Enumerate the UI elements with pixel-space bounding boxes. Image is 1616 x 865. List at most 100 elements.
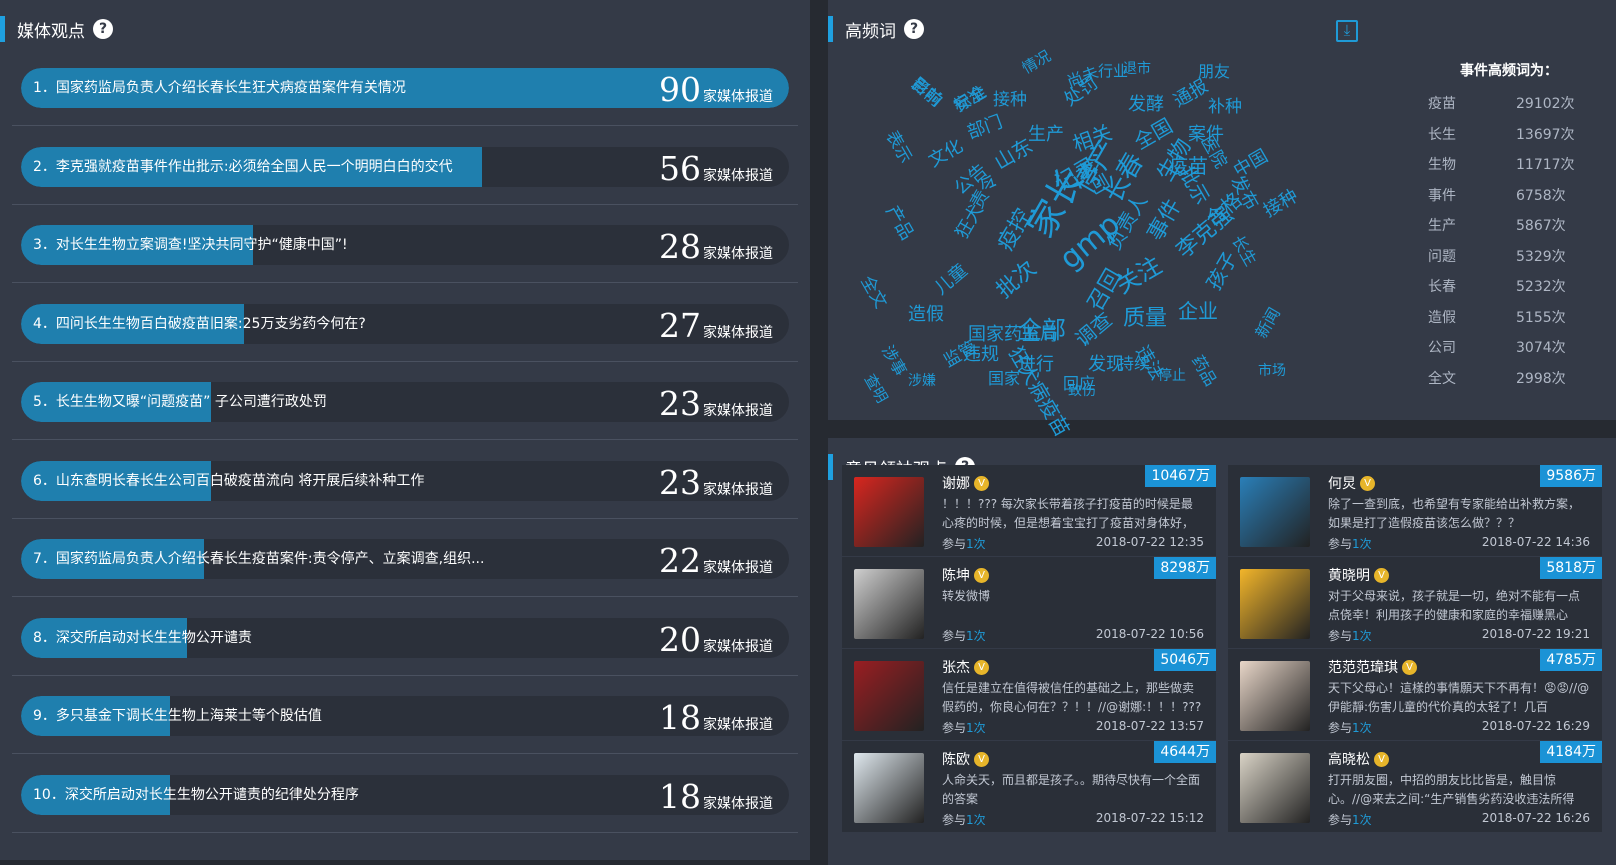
leader-name[interactable]: 高晓松 V [1328,749,1389,769]
leader-name[interactable]: 陈坤 V [942,565,989,585]
avatar[interactable] [854,569,924,639]
media-row[interactable]: 4．四问长生生物百白破疫苗旧案:25万支劣药今何在? 27 家媒体报道 [12,282,798,362]
participation-count[interactable]: 1次 [1352,813,1372,827]
media-headline[interactable]: 10．深交所启动对长生生物公开谴责的纪律处分程序 [33,775,359,815]
cloud-word[interactable]: 持续 [1118,350,1150,374]
leader-card[interactable]: 陈坤 V 8298万 转发微博 参与1次 2018-07-22 10:56 [842,557,1216,648]
media-bar[interactable]: 6．山东查明长春长生公司百白破疫苗流向 将开展后续补种工作 23 家媒体报道 [21,460,789,501]
participation-count[interactable]: 1次 [1352,629,1372,643]
avatar[interactable] [1240,477,1310,547]
media-row[interactable]: 1．国家药监局负责人介绍长春长生狂犬病疫苗案件有关情况 90 家媒体报道 [12,46,798,126]
cloud-word[interactable]: 药品 [1187,350,1224,390]
cloud-word[interactable]: 情况 [1018,45,1054,78]
cloud-word[interactable]: 全文 [856,270,895,312]
avatar[interactable] [854,477,924,547]
media-headline[interactable]: 1．国家药监局负责人介绍长春长生狂犬病疫苗案件有关情况 [33,68,406,108]
media-bar[interactable]: 4．四问长生生物百白破疫苗旧案:25万支劣药今何在? 27 家媒体报道 [21,303,789,344]
cloud-word[interactable]: 新闻 [1248,302,1285,342]
avatar[interactable] [1240,569,1310,639]
participation-count[interactable]: 1次 [966,537,986,551]
cloud-word[interactable]: 造假 [908,300,944,326]
media-row[interactable]: 7．国家药监局负责人介绍长春长生疫苗案件:责令停产、立案调查,组织... 22 家媒… [12,517,798,597]
cloud-word[interactable]: 生产 [1028,120,1064,146]
cloud-word[interactable]: 影响 [907,70,949,111]
leader-card[interactable]: 何炅 V 9586万 除了一查到底，也希望有专家能给出补救方案，如果是打了造假疫苗该怎… [1228,465,1602,556]
media-headline[interactable]: 5．长生生物又曝“问题疫苗” 子公司遭行政处罚 [33,382,327,422]
participation-count[interactable]: 1次 [1352,537,1372,551]
cloud-word[interactable]: 文化 [923,132,967,173]
participation-count[interactable]: 1次 [966,721,986,735]
leader-name[interactable]: 何炅 V [1328,473,1375,493]
leader-card[interactable]: 张杰 V 5046万 信任是建立在值得被信任的基础之上，那些做卖假药的，你良心何在？？… [842,649,1216,740]
verified-icon: V [1402,659,1417,675]
cloud-word[interactable]: 批次 [988,252,1042,305]
media-row[interactable]: 5．长生生物又曝“问题疫苗” 子公司遭行政处罚 23 家媒体报道 [12,360,798,440]
leader-card[interactable]: 黄晓明 V 5818万 对于父母来说，孩子就是一切，绝对不能有一点点侥幸！利用孩子的健… [1228,557,1602,648]
help-icon[interactable]: ? [93,19,113,39]
avatar[interactable] [1240,753,1310,823]
opinion-leaders-panel: 意见领袖观点 ? 谢娜V10467万！！！??? 每次家长带着孩子打疫苗的时候是… [828,438,1616,865]
leader-card[interactable]: 陈欧 V 4644万 人命关天，而且都是孩子。。期待尽快有一个全面的答案 参与1次 201… [842,741,1216,832]
leader-name[interactable]: 黄晓明 V [1328,565,1389,585]
media-bar[interactable]: 2．李克强就疫苗事件作出批示:必须给全国人民一个明明白白的交代 56 家媒体报道 [21,146,789,187]
cloud-word[interactable]: 部门 [963,108,1006,145]
leader-name[interactable]: 张杰 V [942,657,989,677]
media-headline[interactable]: 3．对长生生物立案调查!坚决共同守护“健康中国”! [33,225,348,265]
avatar[interactable] [854,753,924,823]
participation-count[interactable]: 1次 [966,813,986,827]
media-headline[interactable]: 7．国家药监局负责人介绍长春长生疫苗案件:责令停产、立案调查,组织... [33,539,484,579]
cloud-word[interactable]: 补种 [1208,92,1242,117]
media-row[interactable]: 9．多只基金下调长生生物上海莱士等个股估值 18 家媒体报道 [12,674,798,754]
leader-name[interactable]: 谢娜 V [942,473,989,493]
cloud-word[interactable]: 致伤 [1068,380,1096,400]
avatar[interactable] [854,661,924,731]
media-headline[interactable]: 6．山东查明长春长生公司百白破疫苗流向 将开展后续补种工作 [33,461,424,501]
media-headline[interactable]: 2．李克强就疫苗事件作出批示:必须给全国人民一个明明白白的交代 [33,147,453,187]
leader-name[interactable]: 陈欧 V [942,749,989,769]
cloud-word[interactable]: 进行 [1018,350,1054,376]
cloud-word[interactable]: 停止 [1158,365,1186,385]
participation-count[interactable]: 1次 [966,629,986,643]
media-bar[interactable]: 8．深交所启动对长生生物公开谴责 20 家媒体报道 [21,617,789,658]
media-headline[interactable]: 8．深交所启动对长生生物公开谴责 [33,618,252,658]
media-row[interactable]: 6．山东查明长春长生公司百白破疫苗流向 将开展后续补种工作 23 家媒体报道 [12,439,798,519]
cloud-word[interactable]: 接种 [1258,182,1302,223]
cloud-word[interactable]: 接种 [993,85,1027,110]
media-bar[interactable]: 5．长生生物又曝“问题疫苗” 子公司遭行政处罚 23 家媒体报道 [21,382,789,422]
avatar[interactable] [1240,661,1310,731]
leader-card[interactable]: 谢娜 V 10467万 ！！！??? 每次家长带着孩子打疫苗的时候是最心疼的时候，但是… [842,465,1216,556]
cloud-word[interactable]: 国家 [988,365,1020,389]
media-row[interactable]: 8．深交所启动对长生生物公开谴责 20 家媒体报道 [12,596,798,676]
cloud-word[interactable]: 全部 [1018,310,1066,345]
cloud-word[interactable]: 调查 [1068,304,1117,352]
media-bar[interactable]: 1．国家药监局负责人介绍长春长生狂犬病疫苗案件有关情况 90 家媒体报道 [21,68,789,108]
leader-card[interactable]: 范范范瑋琪 V 4785万 天下父母心！這樣的事情願天下不再有！😡😡//@伊能靜:伤害… [1228,649,1602,740]
leader-footer: 参与1次 2018-07-22 16:26 [1328,811,1590,828]
leader-name[interactable]: 范范范瑋琪 V [1328,657,1417,677]
leader-card[interactable]: 高晓松 V 4184万 打开朋友圈，中招的朋友比比皆是，触目惊心。//@来去之间:“生… [1228,741,1602,832]
media-bar[interactable]: 3．对长生生物立案调查!坚决共同守护“健康中国”! 28 家媒体报道 [21,225,789,265]
freq-word: 生产 [1428,218,1456,235]
cloud-word[interactable]: 市场 [1258,360,1286,380]
cloud-word[interactable]: 表示 [881,125,920,167]
freq-count: 3074次 [1516,340,1566,357]
help-icon[interactable]: ? [904,19,924,39]
participation-count[interactable]: 1次 [1352,721,1372,735]
cloud-word[interactable]: 标准 [948,78,990,116]
cloud-word[interactable]: 查明 [860,370,893,406]
media-headline[interactable]: 9．多只基金下调长生生物上海莱士等个股估值 [33,696,322,736]
cloud-word[interactable]: 企业 [1178,295,1218,324]
media-headline[interactable]: 4．四问长生生物百白破疫苗旧案:25万支劣药今何在? [33,304,366,344]
cloud-word[interactable]: 产品 [880,200,921,244]
cloud-word[interactable]: 退市 [1123,58,1151,78]
media-bar[interactable]: 10．深交所启动对长生生物公开谴责的纪律处分程序 18 家媒体报道 [21,774,789,815]
media-row[interactable]: 10．深交所启动对长生生物公开谴责的纪律处分程序 18 家媒体报道 [12,753,798,833]
cloud-word[interactable]: 儿童 [928,257,972,300]
media-row[interactable]: 2．李克强就疫苗事件作出批示:必须给全国人民一个明明白白的交代 56 家媒体报道 [12,125,798,205]
download-icon[interactable]: ⤓ [1336,20,1358,42]
cloud-word[interactable]: 质量 [1123,300,1167,332]
cloud-word[interactable]: 涉嫌 [908,370,936,390]
media-bar[interactable]: 9．多只基金下调长生生物上海莱士等个股估值 18 家媒体报道 [21,696,789,736]
media-row[interactable]: 3．对长生生物立案调查!坚决共同守护“健康中国”! 28 家媒体报道 [12,203,798,283]
media-bar[interactable]: 7．国家药监局负责人介绍长春长生疫苗案件:责令停产、立案调查,组织... 22 家媒… [21,539,789,579]
